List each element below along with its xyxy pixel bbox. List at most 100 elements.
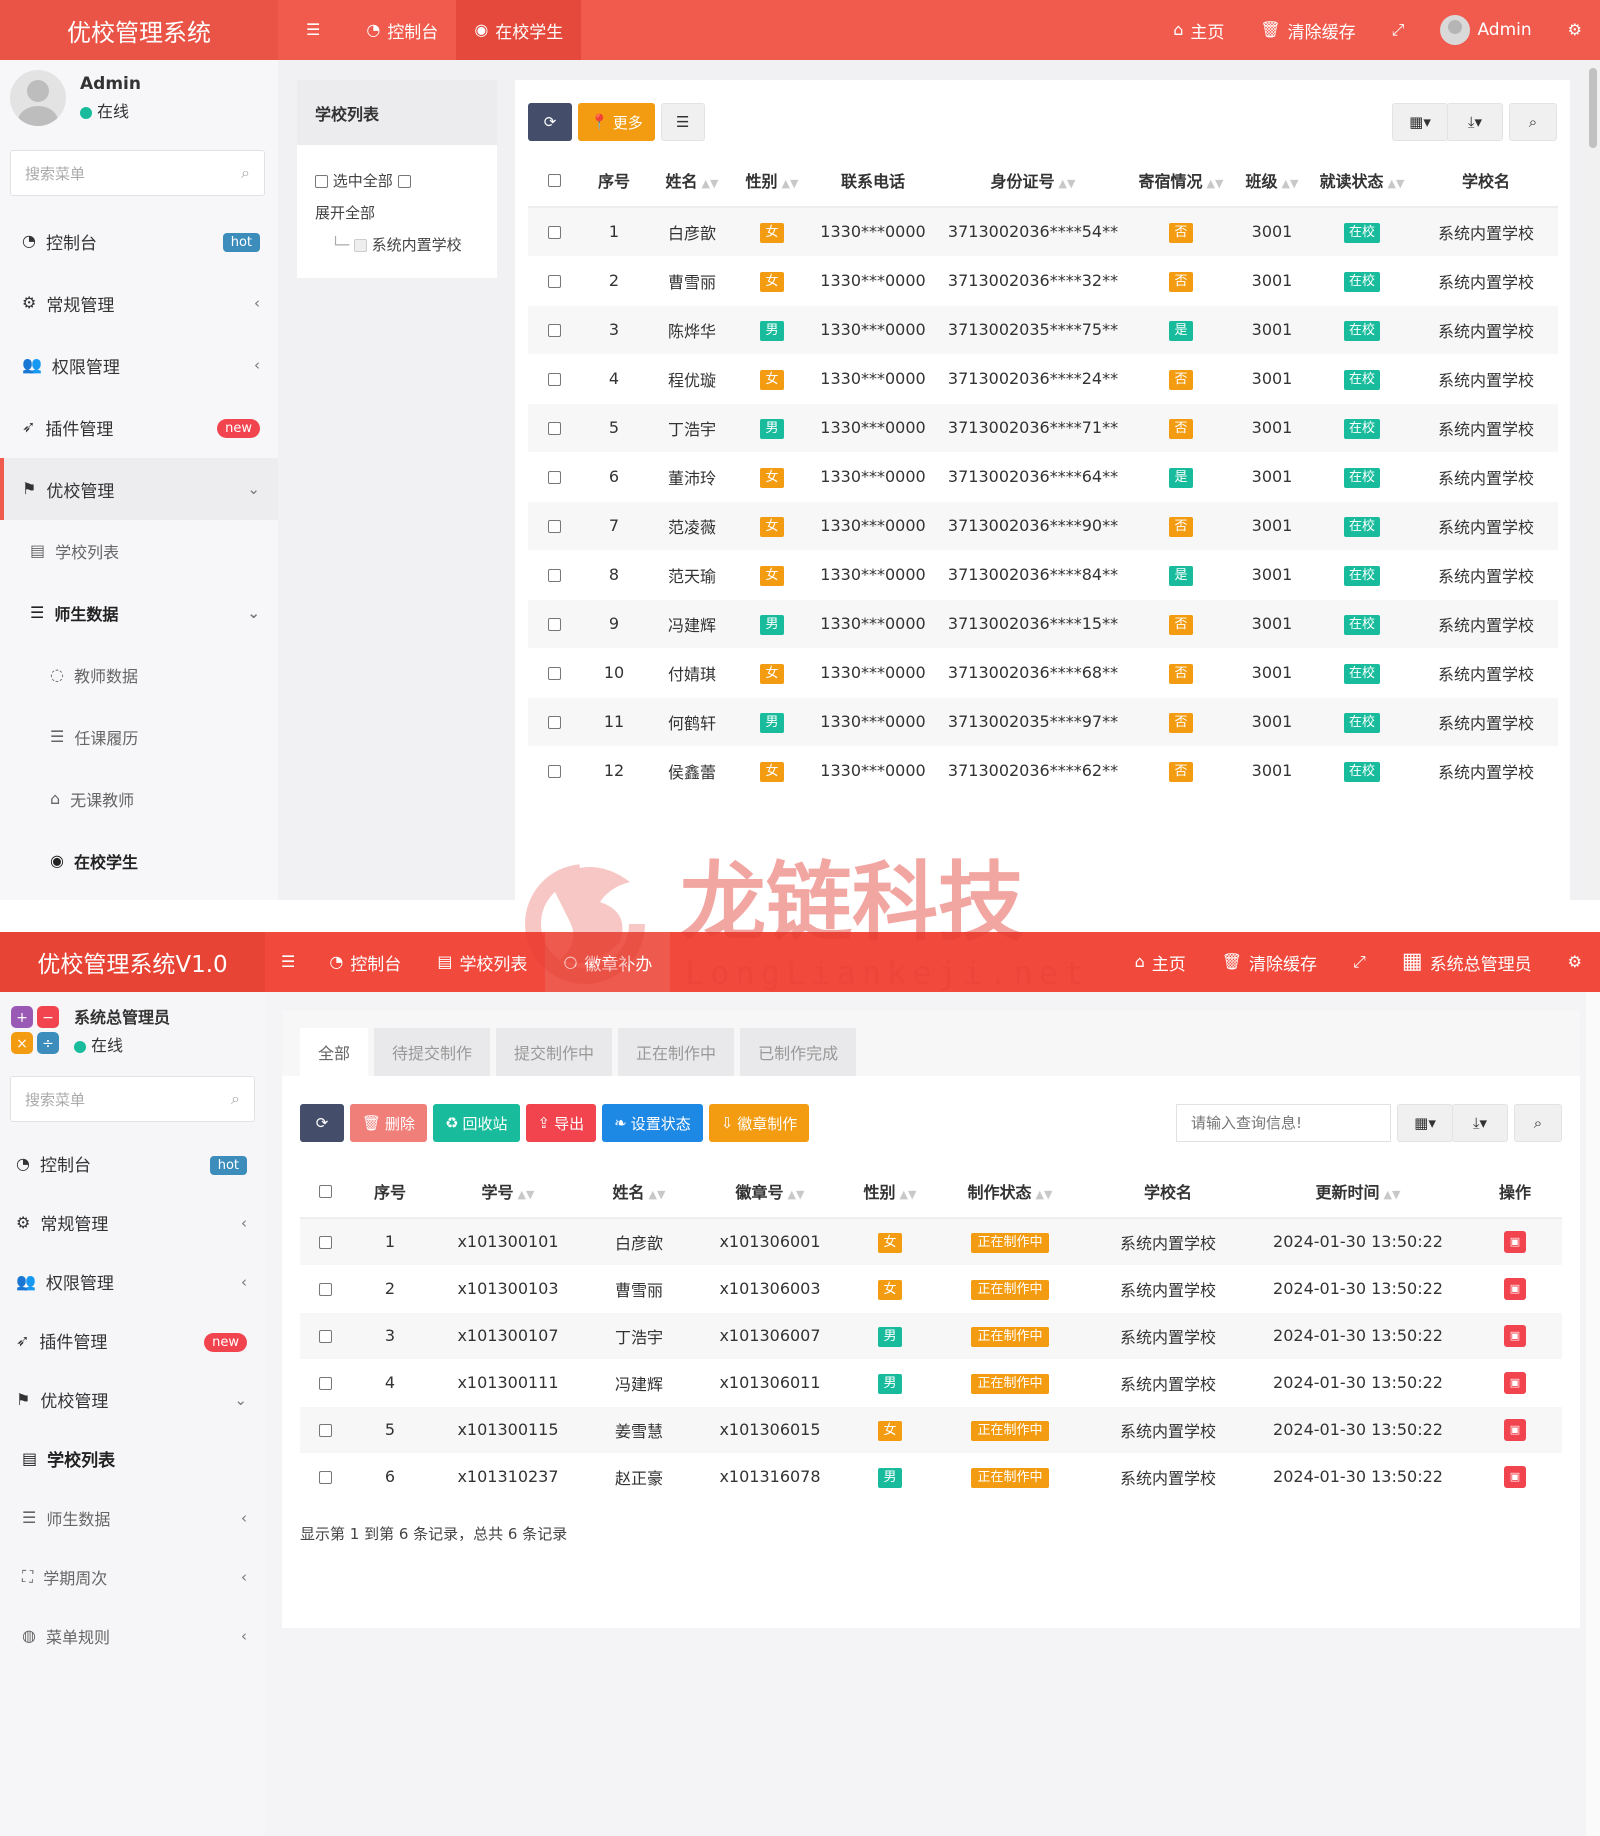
settings-button[interactable]: ⚙ <box>1550 0 1600 60</box>
row-checkbox[interactable] <box>318 1236 332 1250</box>
th-name[interactable]: 姓名 ▲▼ <box>586 1164 692 1219</box>
refresh-button[interactable]: ⟳ <box>528 103 572 141</box>
select-all-rows-checkbox[interactable] <box>318 1185 332 1198</box>
tab-students[interactable]: ◉ 在校学生 <box>456 0 582 60</box>
row-checkbox[interactable] <box>547 422 561 435</box>
row-checkbox[interactable] <box>547 569 561 582</box>
settings-button[interactable]: ⚙ <box>1550 932 1600 992</box>
sidebar-toggle[interactable]: ☰ <box>265 932 311 992</box>
table-search-input[interactable] <box>1176 1104 1391 1142</box>
search-toggle-button[interactable]: ⌕ <box>1514 1104 1562 1142</box>
fullscreen-button[interactable]: ⤢ <box>1335 932 1384 992</box>
make-badge-button[interactable]: ⇩ 徽章制作 <box>708 1104 810 1142</box>
sidebar-item-permission[interactable]: 👥 权限管理 ‹ <box>0 1252 265 1311</box>
export-dropdown-button[interactable]: ⤓▾ <box>1452 1104 1508 1142</box>
row-checkbox[interactable] <box>547 324 561 337</box>
columns-button[interactable]: ▦▾ <box>1392 103 1448 141</box>
th-update-time[interactable]: 更新时间 ▲▼ <box>1248 1164 1468 1219</box>
table-row[interactable]: 1 x101300101 白彦歆 x101306001 女 正在制作中 系统内置学校 2024… <box>300 1218 1562 1266</box>
list-button[interactable]: ☰ <box>660 103 705 141</box>
columns-button[interactable]: ▦▾ <box>1397 1104 1453 1142</box>
tab-in-production[interactable]: 正在制作中 <box>618 1028 735 1076</box>
tab-all[interactable]: 全部 <box>300 1028 369 1076</box>
home-link[interactable]: ⌂ 主页 <box>1117 932 1204 992</box>
fullscreen-button[interactable]: ⤢ <box>1374 0 1423 60</box>
scrollbar-thumb[interactable] <box>1589 68 1597 148</box>
badge-action-button[interactable]: ▣ <box>1504 1231 1526 1254</box>
badge-action-button[interactable]: ▣ <box>1504 1466 1526 1488</box>
th-class[interactable]: 班级 ▲▼ <box>1234 153 1310 208</box>
checkbox[interactable] <box>397 175 411 188</box>
row-checkbox[interactable] <box>547 471 561 484</box>
table-row[interactable]: 5 x101300115 姜雪慧 x101306015 女 正在制作中 系统内置学校 2024… <box>300 1406 1562 1454</box>
user-menu[interactable]: ▦ 系统总管理员 <box>1384 932 1550 992</box>
export-button[interactable]: ⇪ 导出 <box>525 1104 597 1142</box>
tab-dashboard[interactable]: ◔ 控制台 <box>348 0 456 60</box>
badge-action-button[interactable]: ▣ <box>1504 1372 1526 1394</box>
refresh-button[interactable]: ⟳ <box>300 1104 344 1142</box>
sidebar-item-plugin[interactable]: ➶ 插件管理 new <box>0 1311 265 1370</box>
row-checkbox[interactable] <box>547 226 561 240</box>
sidebar-item-school-mgmt[interactable]: ⚑ 优校管理 ⌄ <box>0 1370 265 1429</box>
tab-school-list[interactable]: ▤ 学校列表 <box>419 932 545 992</box>
row-checkbox[interactable] <box>547 716 561 729</box>
table-row[interactable]: 4 x101300111 冯建辉 x101306011 男 正在制作中 系统内置学校 2024… <box>300 1359 1562 1407</box>
select-all-rows-checkbox[interactable] <box>547 174 561 187</box>
row-checkbox[interactable] <box>318 1377 332 1390</box>
table-row[interactable]: 6 x101310237 赵正豪 x101316078 男 正在制作中 系统内置学校 2024… <box>300 1453 1562 1501</box>
sidebar-item-dashboard[interactable]: ◔ 控制台 hot <box>0 210 278 272</box>
table-row[interactable]: 3 x101300107 丁浩宇 x101306007 男 正在制作中 系统内置学校 2024… <box>300 1312 1562 1360</box>
table-row[interactable]: 9 冯建辉 男 1330***0000 3713002036****15** 否 3001 在… <box>528 599 1558 649</box>
sidebar-item-school-mgmt[interactable]: ⚑ 优校管理 ⌄ <box>0 458 278 520</box>
table-row[interactable]: 4 程优璇 女 1330***0000 3713002036****24** 否 3001 在… <box>528 354 1558 404</box>
th-no[interactable]: 序号 <box>350 1164 430 1219</box>
row-checkbox[interactable] <box>318 1471 332 1484</box>
app-logo[interactable]: 优校管理系统V1.0 <box>0 932 265 992</box>
th-student-id[interactable]: 学号 ▲▼ <box>430 1164 586 1219</box>
table-row[interactable]: 7 范凌薇 女 1330***0000 3713002036****90** 否 3001 在… <box>528 501 1558 551</box>
th-phone[interactable]: 联系电话 <box>808 153 938 208</box>
tab-completed[interactable]: 已制作完成 <box>740 1028 857 1076</box>
row-checkbox[interactable] <box>318 1283 332 1296</box>
recycle-bin-button[interactable]: ♻ 回收站 <box>433 1104 520 1142</box>
table-row[interactable]: 2 曹雪丽 女 1330***0000 3713002036****32** 否 3001 在… <box>528 256 1558 306</box>
user-menu[interactable]: Admin <box>1422 0 1549 60</box>
th-gender[interactable]: 性别 ▲▼ <box>736 153 808 208</box>
table-row[interactable]: 2 x101300103 曹雪丽 x101306003 女 正在制作中 系统内置学校 2024… <box>300 1265 1562 1313</box>
sidebar-item-plugin[interactable]: ➶ 插件管理 new <box>0 396 278 458</box>
badge-action-button[interactable]: ▣ <box>1504 1325 1526 1347</box>
checkbox[interactable] <box>353 239 367 252</box>
table-row[interactable]: 3 陈烨华 男 1330***0000 3713002035****75** 是 3001 在… <box>528 305 1558 355</box>
badge-action-button[interactable]: ▣ <box>1504 1278 1526 1300</box>
page-scrollbar[interactable] <box>1586 60 1600 900</box>
sidebar-item-teacher-data[interactable]: ◌ 教师数据 <box>0 644 278 706</box>
row-checkbox[interactable] <box>318 1330 332 1343</box>
tab-dashboard[interactable]: ◔ 控制台 <box>311 932 419 992</box>
row-checkbox[interactable] <box>547 765 561 778</box>
th-no[interactable]: 序号 <box>580 153 648 208</box>
search-toggle-button[interactable]: ⌕ <box>1509 103 1557 141</box>
sidebar-item-teaching-record[interactable]: ☰ 任课履历 <box>0 706 278 768</box>
tab-badge-reissue[interactable]: ○ 徽章补办 <box>545 932 671 992</box>
more-button[interactable]: 📍 更多 <box>578 103 655 141</box>
table-row[interactable]: 8 范天瑜 女 1330***0000 3713002036****84** 是 3001 在… <box>528 550 1558 600</box>
row-checkbox[interactable] <box>547 373 561 386</box>
sidebar-item-permission[interactable]: 👥 权限管理 ‹ <box>0 334 278 396</box>
tree-node-school[interactable]: └─ 系统内置学校 <box>315 229 479 261</box>
row-checkbox[interactable] <box>547 618 561 631</box>
table-row[interactable]: 12 侯鑫蕾 女 1330***0000 3713002036****62** 否 3001… <box>528 746 1558 796</box>
table-row[interactable]: 11 何鹤轩 男 1330***0000 3713002035****97** 否 3001… <box>528 697 1558 747</box>
sidebar-item-general[interactable]: ⚙ 常规管理 ‹ <box>0 272 278 334</box>
row-checkbox[interactable] <box>547 667 561 680</box>
row-checkbox[interactable] <box>318 1424 332 1437</box>
sidebar-item-dashboard[interactable]: ◔ 控制台 hot <box>0 1134 265 1193</box>
delete-button[interactable]: 🗑 删除 <box>350 1104 428 1142</box>
export-dropdown-button[interactable]: ⤓▾ <box>1447 103 1503 141</box>
th-make-status[interactable]: 制作状态 ▲▼ <box>932 1164 1088 1219</box>
table-row[interactable]: 6 董沛玲 女 1330***0000 3713002036****64** 是 3001 在… <box>528 452 1558 502</box>
checkbox[interactable] <box>315 175 328 188</box>
table-row[interactable]: 1 白彦歆 女 1330***0000 3713002036****54** 否 3001 在… <box>528 207 1558 257</box>
sidebar-item-menu-rules[interactable]: ◍ 菜单规则 ‹ <box>0 1606 265 1665</box>
tab-pending-submit[interactable]: 待提交制作 <box>374 1028 491 1076</box>
menu-search-input[interactable]: 搜索菜单 ⌕ <box>10 150 265 196</box>
